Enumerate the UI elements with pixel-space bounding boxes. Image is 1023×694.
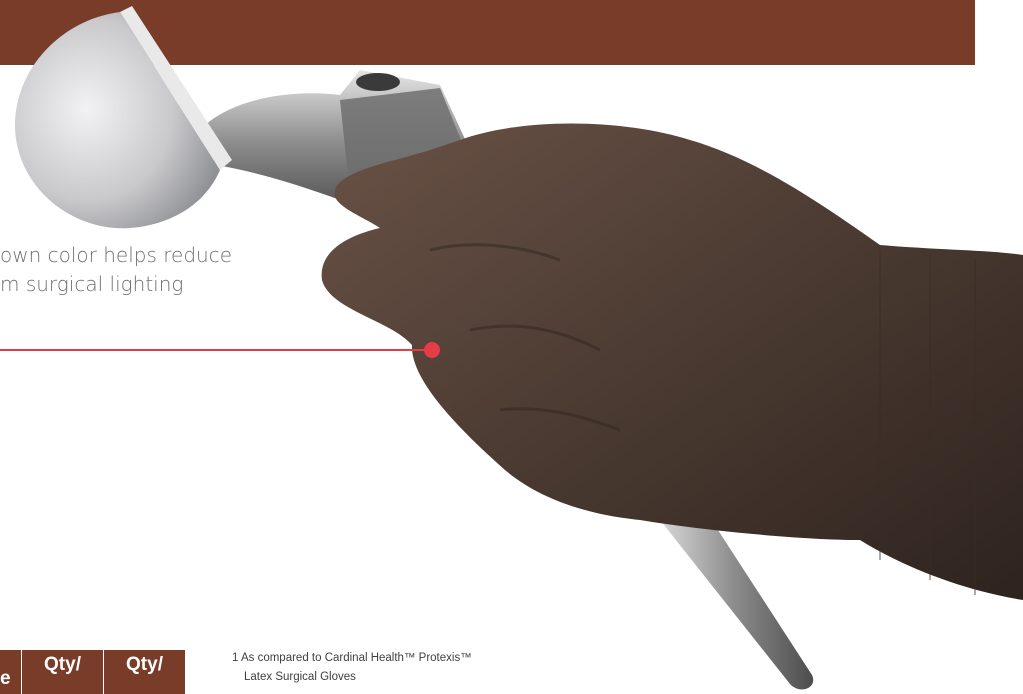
callout-dot [424,342,440,358]
table-header-cell: e [0,668,11,689]
callout-line-1: own color helps reduce [0,243,233,267]
callout-text: own color helps reduce m surgical lighti… [0,241,232,299]
product-photo [15,6,1023,690]
table-header-cell: Qty/ [103,650,185,694]
footnote: 1 As compared to Cardinal Health™ Protex… [232,649,472,687]
table-header-cell: Qty/ [21,650,103,694]
footnote-line-1: 1 As compared to Cardinal Health™ Protex… [232,652,472,664]
footnote-line-2: Latex Surgical Gloves [244,671,356,683]
table-header-row: e Qty/ Qty/ [0,650,185,694]
callout-line-2: m surgical lighting [0,272,184,296]
callout-leader-line [0,349,426,351]
